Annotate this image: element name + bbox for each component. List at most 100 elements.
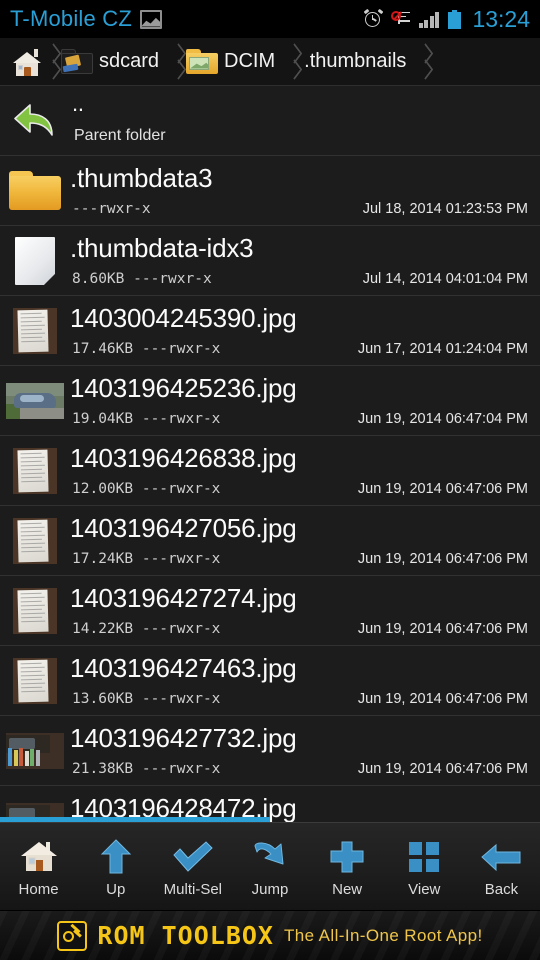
thumbnail xyxy=(0,576,70,646)
table-row[interactable]: 1403004245390.jpg 17.46KB ---rwxr-x Jun … xyxy=(0,296,540,366)
arrow-left-icon xyxy=(480,836,522,878)
multi-select-button-label: Multi-Sel xyxy=(163,880,223,898)
back-button-label: Back xyxy=(484,880,519,898)
gallery-icon xyxy=(140,9,162,29)
file-meta: 13.60KB ---rwxr-x xyxy=(72,690,221,707)
list-item-text: 1403196427732.jpg 21.38KB ---rwxr-x Jun … xyxy=(70,716,540,786)
file-date: Jun 19, 2014 06:47:06 PM xyxy=(357,620,528,637)
parent-folder-subtitle: Parent folder xyxy=(74,126,166,144)
list-item-text: 1403196427463.jpg 13.60KB ---rwxr-x Jun … xyxy=(70,646,540,716)
file-list[interactable]: .. Parent folder .thumbdata3 ---rwxr-x J… xyxy=(0,86,540,822)
ad-brand-label: ROM TOOLBOX xyxy=(97,921,274,950)
battery-icon xyxy=(448,9,462,29)
ad-tagline-label: The All-In-One Root App! xyxy=(283,925,483,945)
home-icon xyxy=(12,47,42,77)
up-button-label: Up xyxy=(106,880,126,898)
list-item-text: 1403196427274.jpg 14.22KB ---rwxr-x Jun … xyxy=(70,576,540,646)
table-row[interactable]: 1403196426838.jpg 12.00KB ---rwxr-x Jun … xyxy=(0,436,540,506)
breadcrumb-label-thumbnails: .thumbnails xyxy=(304,50,407,72)
file-name: 1403196427732.jpg xyxy=(70,722,297,753)
thumbnail xyxy=(0,646,70,716)
list-item-text: .. Parent folder xyxy=(70,86,540,156)
breadcrumb-item-sdcard[interactable]: sdcard xyxy=(57,38,169,85)
list-item-text: 1403196426838.jpg 12.00KB ---rwxr-x Jun … xyxy=(70,436,540,506)
carrier-label: T-Mobile CZ xyxy=(10,6,132,31)
list-item-text: .thumbdata3 ---rwxr-x Jul 18, 2014 01:23… xyxy=(70,156,540,226)
list-item-text: 1403196425236.jpg 19.04KB ---rwxr-x Jun … xyxy=(70,366,540,436)
ad-banner[interactable]: ROM TOOLBOX The All-In-One Root App! xyxy=(0,910,540,960)
table-row[interactable]: 1403196427463.jpg 13.60KB ---rwxr-x Jun … xyxy=(0,646,540,716)
curved-arrow-icon xyxy=(249,836,291,878)
breadcrumb-separator-icon xyxy=(416,38,429,85)
file-meta: 17.46KB ---rwxr-x xyxy=(72,340,221,357)
dcim-folder-icon xyxy=(186,48,219,75)
image-thumbnail xyxy=(6,382,64,419)
up-button[interactable]: Up xyxy=(77,823,154,911)
thumbnail xyxy=(0,506,70,576)
clock-label: 13:24 xyxy=(472,5,530,32)
breadcrumb-item-thumbnails[interactable]: .thumbnails xyxy=(298,38,416,85)
breadcrumb-label-sdcard: sdcard xyxy=(99,50,160,72)
sdcard-folder-icon xyxy=(61,48,93,75)
romtoolbox-logo-icon xyxy=(57,920,88,951)
thumbnail xyxy=(0,86,70,156)
file-meta: 17.24KB ---rwxr-x xyxy=(72,550,221,567)
file-name: 1403196427274.jpg xyxy=(70,582,297,613)
grid-icon xyxy=(403,836,445,878)
checkmark-icon xyxy=(172,836,214,878)
view-button-label: View xyxy=(408,880,441,898)
jump-button-label: Jump xyxy=(251,880,289,898)
new-button-label: New xyxy=(332,880,363,898)
new-button[interactable]: New xyxy=(309,823,386,911)
home-button-label: Home xyxy=(18,880,59,898)
file-name: .thumbdata-idx3 xyxy=(70,232,254,263)
table-row[interactable]: .thumbdata-idx3 8.60KB ---rwxr-x Jul 14,… xyxy=(0,226,540,296)
file-date: Jun 19, 2014 06:47:06 PM xyxy=(357,550,528,567)
table-row[interactable]: 1403196427732.jpg 21.38KB ---rwxr-x Jun … xyxy=(0,716,540,786)
image-thumbnail xyxy=(13,447,57,494)
file-name: 1403196427056.jpg xyxy=(70,512,297,543)
file-name: .thumbdata3 xyxy=(70,162,213,193)
status-icons: 13:24 xyxy=(363,5,530,33)
list-item-parent-folder[interactable]: .. Parent folder xyxy=(0,86,540,156)
table-row[interactable]: 1403196427274.jpg 14.22KB ---rwxr-x Jun … xyxy=(0,576,540,646)
home-button[interactable]: Home xyxy=(0,823,77,911)
breadcrumb-label-dcim: DCIM xyxy=(224,50,276,72)
image-thumbnail xyxy=(13,587,57,634)
file-date: Jun 17, 2014 01:24:04 PM xyxy=(357,340,528,357)
table-row[interactable]: 1403196425236.jpg 19.04KB ---rwxr-x Jun … xyxy=(0,366,540,436)
thumbnail xyxy=(0,156,70,226)
breadcrumb-separator-icon xyxy=(285,38,298,85)
home-icon xyxy=(18,836,60,878)
table-row[interactable]: .thumbdata3 ---rwxr-x Jul 18, 2014 01:23… xyxy=(0,156,540,226)
breadcrumb-item-home[interactable] xyxy=(6,38,44,85)
breadcrumb-item-dcim[interactable]: DCIM xyxy=(182,38,285,85)
file-date: Jun 19, 2014 06:47:06 PM xyxy=(357,760,528,777)
signal-bars-icon xyxy=(418,11,440,28)
file-name: 1403004245390.jpg xyxy=(70,302,297,333)
list-item-text: 1403004245390.jpg 17.46KB ---rwxr-x Jun … xyxy=(70,296,540,366)
file-date: Jul 18, 2014 01:23:53 PM xyxy=(362,200,528,217)
file-date: Jun 19, 2014 06:47:06 PM xyxy=(357,480,528,497)
file-name: 1403196426838.jpg xyxy=(70,442,297,473)
thumbnail xyxy=(0,296,70,366)
file-meta: 21.38KB ---rwxr-x xyxy=(72,760,221,777)
image-thumbnail xyxy=(6,732,64,769)
folder-icon xyxy=(9,170,61,211)
breadcrumb-separator-icon xyxy=(169,38,182,85)
view-button[interactable]: View xyxy=(386,823,463,911)
breadcrumb: sdcard DCIM .thumbnails xyxy=(0,38,540,86)
breadcrumb-separator-icon xyxy=(44,38,57,85)
file-icon xyxy=(15,236,55,285)
parent-folder-name: .. xyxy=(72,90,84,116)
thumbnail xyxy=(0,226,70,296)
alarm-clock-icon xyxy=(363,8,384,29)
android-file-manager-screen: T-Mobile CZ 13:24 sdcard DCIM .thumbnail… xyxy=(0,0,540,960)
jump-button[interactable]: Jump xyxy=(231,823,308,911)
table-row[interactable]: 1403196427056.jpg 17.24KB ---rwxr-x Jun … xyxy=(0,506,540,576)
back-button[interactable]: Back xyxy=(463,823,540,911)
back-arrow-green-icon xyxy=(12,101,58,141)
thumbnail xyxy=(0,366,70,436)
list-item-text: 1403196427056.jpg 17.24KB ---rwxr-x Jun … xyxy=(70,506,540,576)
multi-select-button[interactable]: Multi-Sel xyxy=(154,823,231,911)
